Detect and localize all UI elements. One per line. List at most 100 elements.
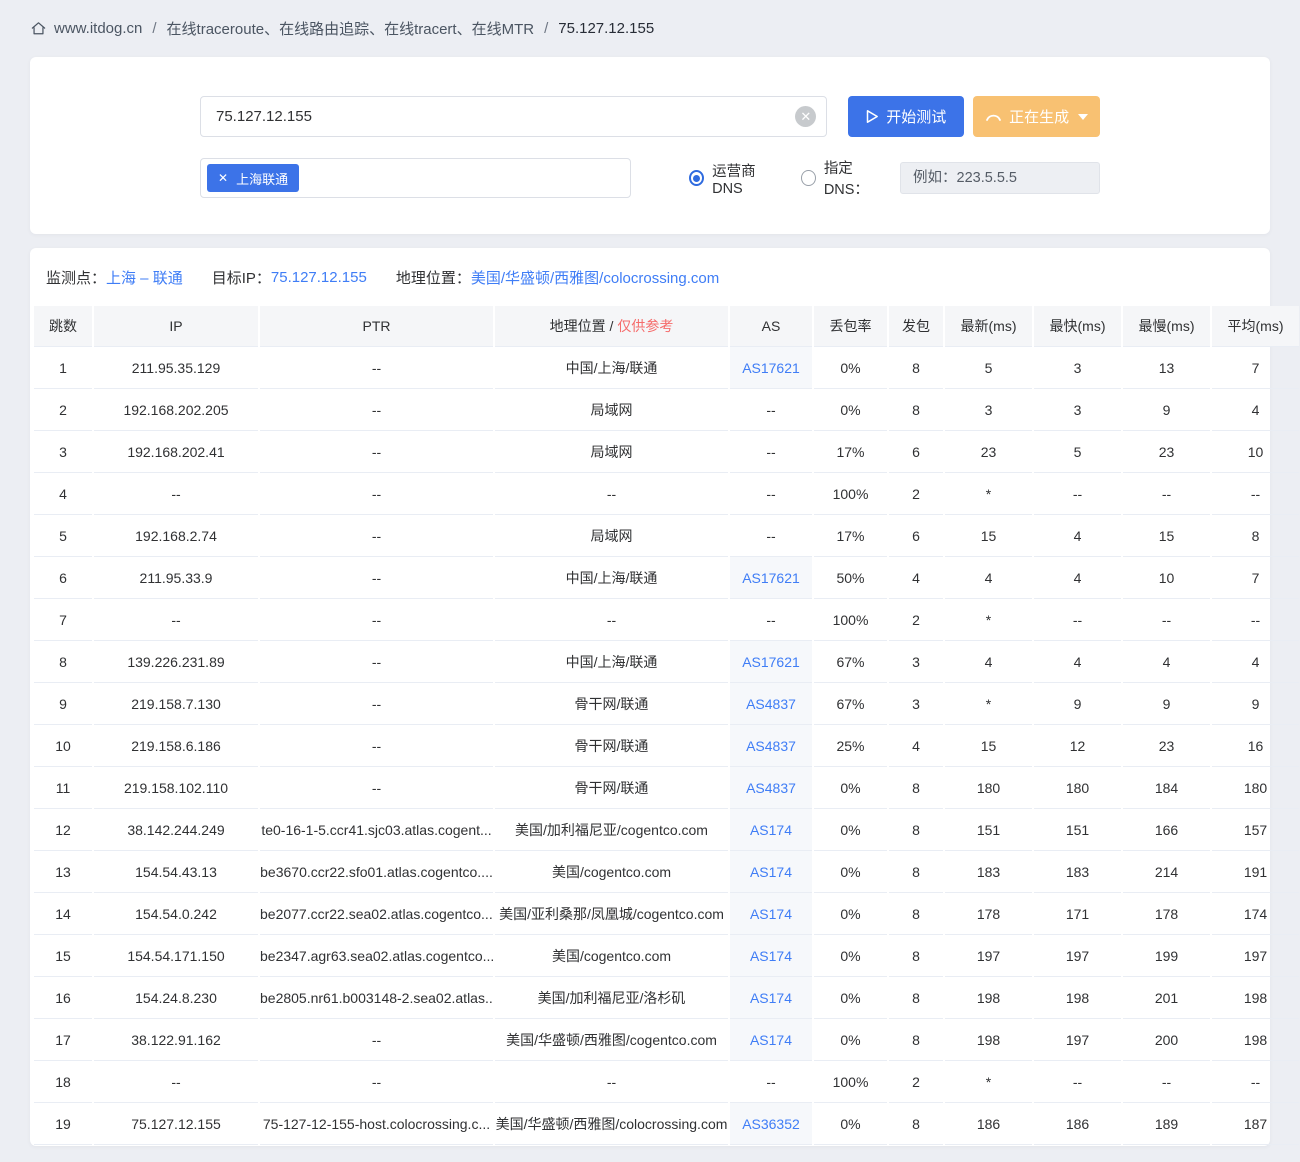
header-ptr: PTR [260, 306, 493, 347]
cell-latest: * [945, 1061, 1032, 1103]
target-input[interactable] [200, 96, 828, 137]
table-row: 17 38.122.91.162 -- 美国/华盛顿/西雅图/cogentco.com… [34, 1019, 1299, 1061]
controls-card: ✕ 开始测试 正在生成 ✕ 上海联通 [30, 57, 1270, 234]
cell-loss: 0% [814, 893, 887, 935]
cell-latest: * [945, 473, 1032, 515]
table-row: 15 154.54.171.150 be2347.agr63.sea02.atlas… [34, 935, 1299, 977]
as-link[interactable]: AS4837 [746, 738, 796, 754]
table-row: 9 219.158.7.130 -- 骨干网/联通 AS4837 67% 3 * 9 9 9 [34, 683, 1299, 725]
cell-loss: 50% [814, 557, 887, 599]
as-link[interactable]: AS174 [750, 906, 792, 922]
cell-hop: 9 [34, 683, 92, 725]
radio-custom-dns-label: 指定DNS： [823, 161, 869, 198]
generating-button[interactable]: 正在生成 [973, 96, 1100, 137]
cell-slowest: -- [1123, 599, 1210, 641]
cell-sent: 6 [889, 515, 943, 557]
cell-loss: 0% [814, 851, 887, 893]
header-ip: IP [94, 306, 258, 347]
cell-as: AS4837 [730, 683, 812, 725]
as-link[interactable]: AS4837 [746, 780, 796, 796]
table-header-row: 跳数 IP PTR 地理位置 / 仅供参考 AS 丢包率 发包 最新(ms) 最… [34, 306, 1299, 347]
target-ip-value[interactable]: 75.127.12.155 [271, 269, 367, 286]
cell-sent: 4 [889, 557, 943, 599]
cell-loss: 0% [814, 347, 887, 389]
table-row: 8 139.226.231.89 -- 中国/上海/联通 AS17621 67% 3 4 4 4 4 [34, 641, 1299, 683]
cell-loss: 0% [814, 767, 887, 809]
cell-avg: 9 [1212, 683, 1299, 725]
cell-slowest: 9 [1123, 683, 1210, 725]
node-select-box[interactable]: ✕ 上海联通 [200, 158, 632, 198]
breadcrumb-site[interactable]: www.itdog.cn [54, 20, 142, 37]
target-input-wrap: ✕ [200, 96, 828, 137]
cell-loss: 17% [814, 431, 887, 473]
cell-loss: 100% [814, 473, 887, 515]
cell-sent: 8 [889, 767, 943, 809]
as-link[interactable]: AS17621 [742, 360, 800, 376]
cell-latest: 198 [945, 977, 1032, 1019]
home-icon [30, 20, 47, 37]
cell-ptr: -- [260, 683, 493, 725]
as-link[interactable]: AS17621 [742, 570, 800, 586]
cell-hop: 3 [34, 431, 92, 473]
cell-hop: 2 [34, 389, 92, 431]
cell-loss: 0% [814, 809, 887, 851]
breadcrumb-page[interactable]: 在线traceroute、在线路由追踪、在线tracert、在线MTR [167, 18, 535, 39]
cell-ip: 192.168.202.205 [94, 389, 258, 431]
cell-ip: 211.95.35.129 [94, 347, 258, 389]
cell-ptr: be3670.ccr22.sfo01.atlas.cogentco.... [260, 851, 493, 893]
cell-geo: 美国/华盛顿/西雅图/colocrossing.com [495, 1103, 728, 1145]
header-sent: 发包 [889, 306, 943, 347]
cell-hop: 4 [34, 473, 92, 515]
cell-as: AS174 [730, 977, 812, 1019]
tag-close-icon[interactable]: ✕ [218, 172, 228, 184]
radio-isp-dns[interactable]: 运营商DNS [689, 160, 779, 197]
cell-avg: 191 [1212, 851, 1299, 893]
cell-ptr: be2347.agr63.sea02.atlas.cogentco.... [260, 935, 493, 977]
cell-geo: 局域网 [495, 515, 728, 557]
cell-slowest: -- [1123, 1061, 1210, 1103]
cell-ptr: -- [260, 557, 493, 599]
cell-avg: 198 [1212, 1019, 1299, 1061]
cell-ip: -- [94, 1061, 258, 1103]
monitor-point-value[interactable]: 上海 – 联通 [106, 267, 183, 288]
cell-geo: 骨干网/联通 [495, 767, 728, 809]
header-geo: 地理位置 / 仅供参考 [495, 306, 728, 347]
table-row: 12 38.142.244.249 te0-16-1-5.ccr41.sjc03.a… [34, 809, 1299, 851]
cell-latest: 151 [945, 809, 1032, 851]
cell-ptr: -- [260, 1061, 493, 1103]
as-link[interactable]: AS174 [750, 948, 792, 964]
as-link[interactable]: AS4837 [746, 696, 796, 712]
cell-ip: 75.127.12.155 [94, 1103, 258, 1145]
breadcrumb-separator: / [544, 20, 549, 37]
cell-as: -- [730, 473, 812, 515]
cell-ip: 154.54.0.242 [94, 893, 258, 935]
cell-slowest: 23 [1123, 431, 1210, 473]
start-test-button[interactable]: 开始测试 [848, 96, 965, 137]
table-body: 1 211.95.35.129 -- 中国/上海/联通 AS17621 0% 8 5 3 13 7 2… [34, 347, 1299, 1145]
cell-avg: 7 [1212, 557, 1299, 599]
radio-custom-dns[interactable]: 指定DNS： [801, 157, 891, 199]
cell-fastest: 3 [1034, 347, 1121, 389]
cell-sent: 6 [889, 431, 943, 473]
as-link[interactable]: AS36352 [742, 1116, 800, 1132]
cell-avg: 10 [1212, 431, 1299, 473]
play-icon [866, 110, 879, 123]
geo-location-value[interactable]: 美国/华盛顿/西雅图/colocrossing.com [471, 267, 719, 288]
cell-avg: -- [1212, 473, 1299, 515]
breadcrumb-target-ip: 75.127.12.155 [558, 20, 655, 37]
cell-ptr: -- [260, 725, 493, 767]
cell-hop: 5 [34, 515, 92, 557]
as-link[interactable]: AS17621 [742, 654, 800, 670]
cell-avg: -- [1212, 599, 1299, 641]
as-link[interactable]: AS174 [750, 822, 792, 838]
as-link[interactable]: AS174 [750, 1032, 792, 1048]
cell-ip: 211.95.33.9 [94, 557, 258, 599]
cell-ptr: be2805.nr61.b003148-2.sea02.atlas... [260, 977, 493, 1019]
as-link[interactable]: AS174 [750, 864, 792, 880]
cell-geo: 美国/加利福尼亚/洛杉矶 [495, 977, 728, 1019]
cell-sent: 3 [889, 683, 943, 725]
custom-dns-input[interactable] [900, 162, 1100, 194]
cell-loss: 100% [814, 599, 887, 641]
as-link[interactable]: AS174 [750, 990, 792, 1006]
cell-slowest: 200 [1123, 1019, 1210, 1061]
